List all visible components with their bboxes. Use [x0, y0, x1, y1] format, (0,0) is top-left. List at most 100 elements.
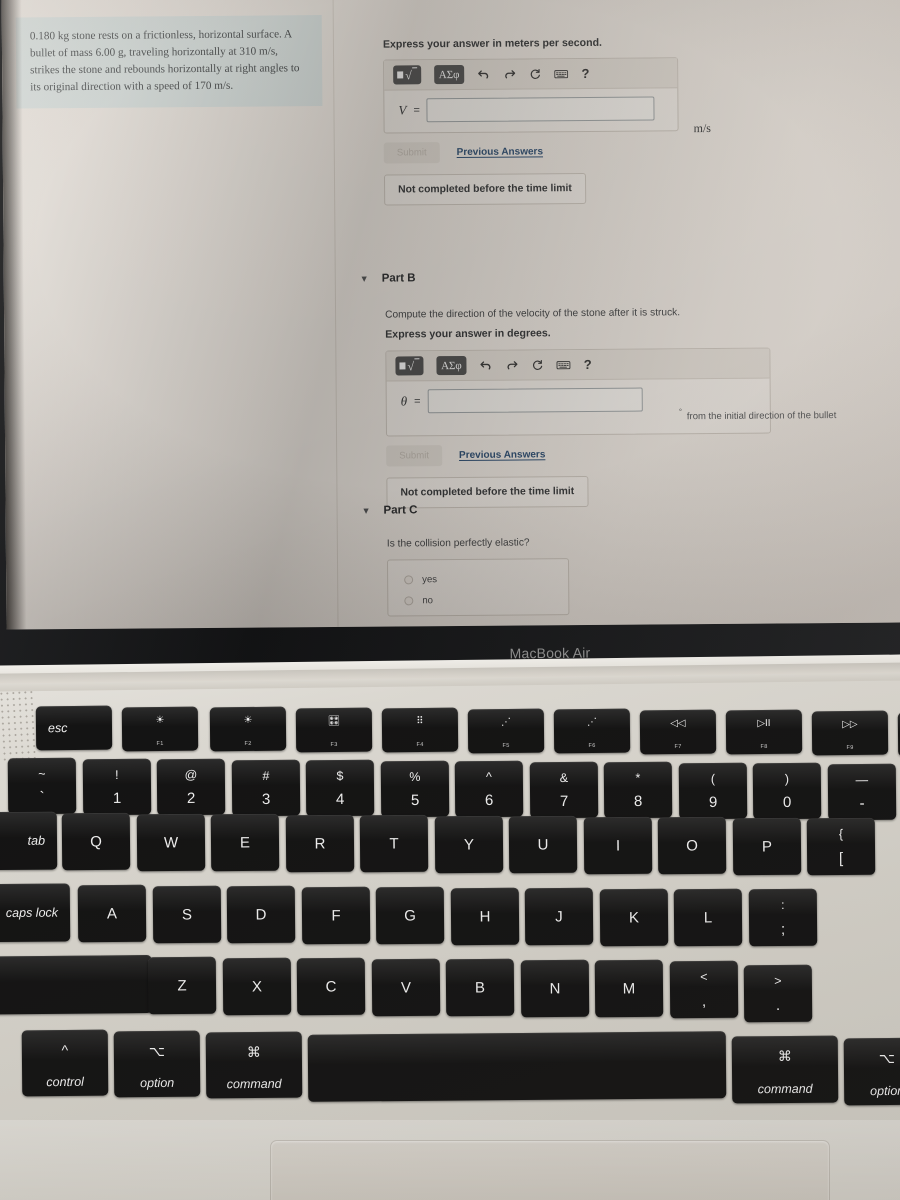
key-f8[interactable]: ▷II F8	[725, 710, 803, 755]
key-primary-label: `	[39, 789, 45, 807]
key-primary-label: O	[686, 836, 698, 855]
key-primary-label: H	[479, 907, 490, 925]
key-bracket-left[interactable]: {[	[806, 817, 876, 876]
key-primary-label: .	[775, 997, 781, 1015]
key-a[interactable]: A	[77, 884, 147, 943]
key-label-tab: tab	[27, 833, 46, 848]
key-tab[interactable]: tab	[0, 811, 58, 871]
modifier-glyph-icon: ⌥	[878, 1049, 896, 1067]
key-4[interactable]: $4	[305, 759, 375, 817]
key-c[interactable]: C	[296, 957, 366, 1016]
key-period[interactable]: >.	[743, 964, 813, 1023]
key-t[interactable]: T	[359, 814, 429, 873]
key-6[interactable]: ^ 6	[454, 760, 524, 818]
key-n[interactable]: N	[520, 959, 589, 1017]
fn-glyph-icon: ⋰	[586, 717, 597, 729]
key-caps-lock[interactable]: caps lock	[0, 883, 71, 943]
key-g[interactable]: G	[375, 886, 445, 945]
trackpad[interactable]	[270, 1140, 830, 1200]
key-x[interactable]: X	[222, 957, 291, 1015]
key-`[interactable]: ~ `	[7, 757, 77, 815]
key-primary-label: 9	[708, 793, 717, 811]
key--[interactable]: — -	[827, 763, 896, 820]
key-comma[interactable]: <,	[669, 960, 738, 1019]
key-y[interactable]: Y	[434, 815, 503, 873]
screenshot-root: 0.180 kg stone rests on a frictionless, …	[0, 0, 900, 1200]
modifier-glyph-icon: ⌘	[246, 1043, 261, 1060]
key-f4[interactable]: ⠿ F4	[381, 707, 459, 753]
key-7[interactable]: & 7	[529, 761, 598, 818]
key-i[interactable]: I	[583, 816, 652, 874]
key-primary-label: B	[474, 978, 486, 997]
key-u[interactable]: U	[508, 815, 578, 874]
key-l[interactable]: L	[673, 888, 743, 947]
key-primary-label: J	[555, 907, 563, 926]
key-option[interactable]: ⌥ option	[113, 1030, 201, 1098]
key-space[interactable]	[307, 1031, 727, 1102]
key-d[interactable]: D	[226, 885, 296, 944]
key-primary-label: V	[400, 978, 411, 996]
key-shift-label: &	[559, 770, 568, 785]
key-primary-label: D	[255, 905, 267, 924]
fn-key-number: F3	[330, 741, 338, 748]
fn-glyph-icon: ▷II	[757, 718, 771, 730]
fn-glyph-icon: ⠿	[416, 716, 424, 728]
key-k[interactable]: K	[599, 888, 668, 946]
key-j[interactable]: J	[524, 887, 594, 946]
key-primary-label: P	[761, 837, 772, 855]
key-shift-label: $	[336, 768, 344, 783]
key-o[interactable]: O	[657, 816, 727, 875]
key-1[interactable]: ! 1	[82, 758, 151, 815]
key-shift-label: *	[635, 770, 641, 785]
key-command-right[interactable]: ⌘ command	[731, 1035, 839, 1104]
key-q[interactable]: Q	[61, 812, 131, 871]
key-r[interactable]: R	[285, 814, 354, 872]
key-primary-label: 2	[186, 790, 196, 808]
key-h[interactable]: H	[450, 887, 519, 945]
key-primary-label: control	[46, 1075, 84, 1090]
key-f3[interactable]: 🎛 F3	[295, 707, 373, 753]
key-command[interactable]: ⌘ command	[205, 1031, 303, 1099]
fn-key-number: F2	[244, 741, 252, 748]
key-w[interactable]: W	[136, 813, 205, 871]
key-m[interactable]: M	[594, 959, 664, 1018]
key-v[interactable]: V	[371, 958, 440, 1016]
key-primary-label: T	[389, 834, 399, 853]
key-f1[interactable]: ☀ F1	[121, 706, 199, 751]
modifier-glyph-icon: ⌥	[148, 1042, 166, 1059]
key-primary-label: K	[628, 908, 639, 926]
key-5[interactable]: % 5	[380, 760, 449, 817]
key-p[interactable]: P	[732, 817, 801, 875]
key-shift-label: )	[784, 771, 790, 786]
key-2[interactable]: @2	[156, 758, 226, 816]
key-f5[interactable]: ⋰ F5	[467, 708, 545, 754]
key-3[interactable]: #3	[231, 759, 300, 816]
key-primary-label: Q	[90, 832, 102, 851]
key-primary-label: R	[314, 834, 325, 852]
key-shift-label: ~	[38, 766, 46, 781]
key-option-right[interactable]: ⌥ option	[843, 1037, 900, 1106]
key-s[interactable]: S	[152, 885, 221, 943]
keyboard: esc☀F1☀F2🎛F3⠿F4⋰F5⋰F6◁◁F7▷IIF8▷▷F9◁F10◁)…	[0, 0, 900, 1200]
key-f7[interactable]: ◁◁ F7	[639, 709, 717, 755]
key-0[interactable]: ) 0	[752, 762, 822, 820]
key-9[interactable]: (9	[678, 762, 747, 819]
key-primary-label: 1	[112, 789, 121, 807]
key-primary-label: S	[181, 905, 192, 923]
key-semicolon[interactable]: :;	[748, 888, 817, 947]
key-primary-label: command	[226, 1077, 282, 1092]
key-esc[interactable]: esc	[35, 705, 113, 751]
key-8[interactable]: * 8	[603, 761, 673, 819]
fn-glyph-icon: ▷▷	[842, 718, 858, 730]
key-control[interactable]: ^ control	[21, 1029, 109, 1097]
key-z[interactable]: Z	[147, 956, 217, 1015]
key-primary-label: command	[757, 1082, 813, 1097]
key-b[interactable]: B	[445, 958, 515, 1017]
key-shift-left[interactable]	[0, 954, 153, 1016]
key-f[interactable]: F	[301, 886, 370, 944]
key-f9[interactable]: ▷▷ F9	[811, 710, 889, 756]
key-label-caps-lock: caps lock	[5, 905, 59, 921]
key-f2[interactable]: ☀ F2	[209, 706, 287, 752]
key-f6[interactable]: ⋰ F6	[553, 708, 631, 754]
key-e[interactable]: E	[210, 813, 280, 872]
